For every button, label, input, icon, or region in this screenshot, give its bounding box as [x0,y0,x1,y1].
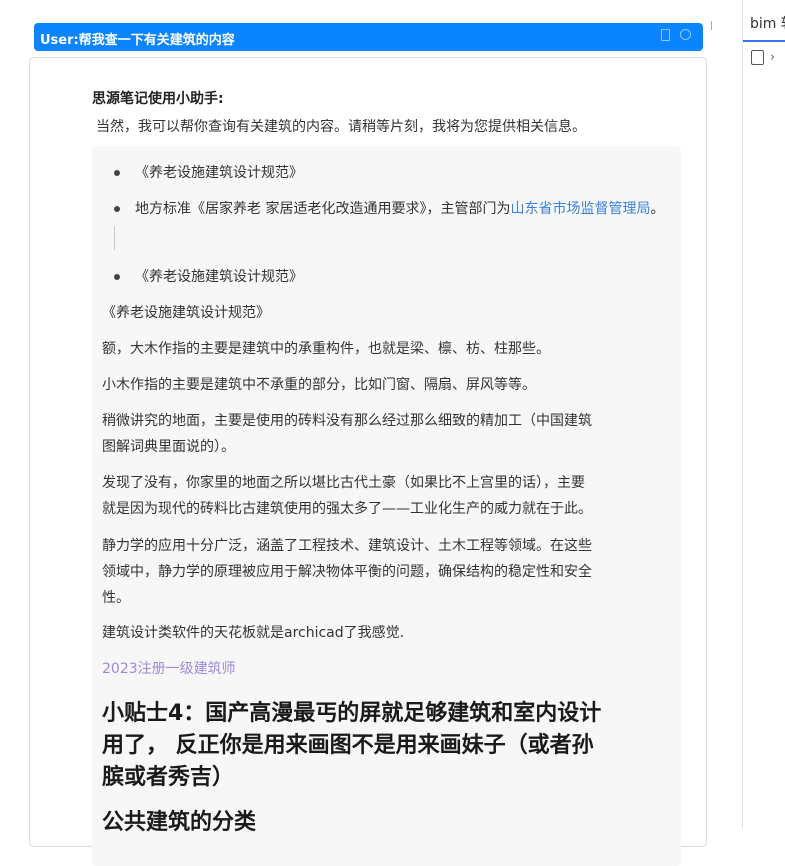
user-bar-actions [661,29,691,41]
assistant-intro: 当然，我可以帮你查询有关建筑的内容。请稍等片刻，我将为您提供相关信息。 [96,119,586,135]
list-item-text: 地方标准《居家养老 家居适老化改造通用要求》，主管部门为 [135,201,511,217]
list-item: 地方标准《居家养老 家居适老化改造通用要求》，主管部门为山东省市场监督管理局。 [135,196,675,223]
document-icon [751,50,764,65]
bullet-icon [114,274,120,280]
bullet-icon [114,206,120,212]
side-panel: bim 软 › [742,0,785,828]
scroll-indicator[interactable] [711,21,712,30]
chat-pane: User:帮我查一下有关建筑的内容 思源笔记使用小助手: 当然，我可以帮你查询有… [0,0,742,866]
paragraph-line: 稍微讲究的地面，主要是使用的砖料没有那么经过那么细致的精加工（中国建筑 [102,413,592,429]
heading-line: 膑或者秀吉） [102,765,235,790]
paragraph: 《养老设施建筑设计规范》 [102,305,270,321]
paragraph: 额，大木作指的主要是建筑中的承重构件，也就是梁、檩、枋、柱那些。 [102,341,550,357]
heading-line: 用了， 反正你是用来画图不是用来画妹子（或者孙 [102,733,594,758]
paragraph: 建筑设计类软件的天花板就是archicad了我感觉. [102,625,405,641]
section-heading: 公共建筑的分类 [102,810,257,835]
list-item: 《养老设施建筑设计规范》 [135,269,303,285]
side-tree-row[interactable]: › [751,50,775,65]
chevron-right-icon[interactable]: › [770,50,775,65]
user-message-text: User:帮我查一下有关建筑的内容 [40,33,235,48]
org-link[interactable]: 山东省市场监督管理局 [510,201,650,217]
paragraph-line: 性。 [102,590,130,606]
side-tab[interactable]: bim 软 [743,0,785,42]
list-item: 《养老设施建筑设计规范》 [135,165,303,181]
paragraph-line: 领域中，静力学的原理被应用于解决物体平衡的问题，确保结构的稳定性和安全 [102,564,592,580]
heading-line: 小贴士4：国产高漫最丐的屏就足够建筑和室内设计 [102,701,602,726]
list-item-suffix: 。 [650,201,665,217]
tag-link[interactable]: 2023注册一级建筑师 [102,656,236,682]
list-indent-guide [114,226,115,250]
paragraph: 小木作指的主要是建筑中不承重的部分，比如门窗、隔扇、屏风等等。 [102,377,536,393]
paragraph-line: 静力学的应用十分广泛，涵盖了工程技术、建筑设计、土木工程等领域。在这些 [102,538,592,554]
assistant-name: 思源笔记使用小助手: [92,91,224,107]
copy-icon[interactable] [661,29,670,41]
paragraph-line: 发现了没有，你家里的地面之所以堪比古代土豪（如果比不上宫里的话），主要 [102,475,585,491]
result-block: 《养老设施建筑设计规范》 地方标准《居家养老 家居适老化改造通用要求》，主管部门… [92,146,681,866]
edit-icon[interactable] [680,29,691,40]
paragraph-line: 就是因为现代的砖料比古建筑使用的强太多了——工业化生产的威力就在于此。 [102,501,592,517]
paragraph-line: 图解词典里面说的）。 [102,439,235,455]
bullet-icon [114,170,120,176]
user-message-bar[interactable]: User:帮我查一下有关建筑的内容 [34,23,703,51]
assistant-message-card: 思源笔记使用小助手: 当然，我可以帮你查询有关建筑的内容。请稍等片刻，我将为您提… [29,57,707,866]
